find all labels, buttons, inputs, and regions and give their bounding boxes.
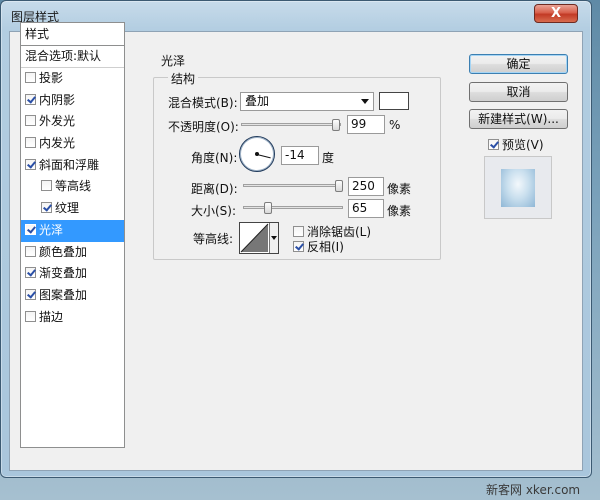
distance-slider-thumb[interactable] (335, 180, 343, 192)
angle-label: 角度(N): (191, 151, 238, 165)
invert-checkbox-box[interactable] (293, 241, 304, 252)
style-item-checkbox[interactable] (25, 267, 36, 279)
style-item-checkbox[interactable] (41, 202, 52, 214)
style-item[interactable]: 内发光 (21, 133, 124, 155)
angle-center-icon (255, 152, 259, 156)
distance-input[interactable]: 250 (348, 177, 384, 196)
styles-list-header[interactable]: 样式 (21, 23, 124, 46)
style-preview (484, 156, 552, 219)
style-item-label: 光泽 (39, 222, 64, 237)
style-item[interactable]: 外发光 (21, 111, 124, 133)
contour-curve-icon (240, 223, 269, 253)
size-unit: 像素 (387, 204, 412, 218)
cancel-button[interactable]: 取消 (469, 82, 568, 102)
invert-label: 反相(I) (307, 240, 344, 254)
style-item-checkbox[interactable] (25, 115, 36, 127)
style-item-label: 描边 (39, 309, 64, 324)
contour-picker[interactable] (239, 222, 279, 254)
style-item-label: 纹理 (55, 201, 80, 216)
style-item[interactable]: 投影 (21, 68, 124, 90)
opacity-label: 不透明度(O): (168, 120, 239, 134)
preview-checkbox[interactable]: 预览(V) (488, 136, 544, 153)
distance-slider-track[interactable] (243, 184, 343, 187)
new-style-button[interactable]: 新建样式(W)... (469, 109, 568, 129)
styles-list-items: 投影内阴影外发光内发光斜面和浮雕等高线纹理光泽颜色叠加渐变叠加图案叠加描边 (21, 68, 124, 328)
size-input[interactable]: 65 (348, 199, 384, 218)
style-item-checkbox[interactable] (25, 223, 36, 235)
ok-button[interactable]: 确定 (469, 54, 568, 74)
style-item-label: 内阴影 (39, 92, 76, 107)
style-item[interactable]: 渐变叠加 (21, 263, 124, 285)
blend-mode-label: 混合模式(B): (168, 96, 238, 110)
opacity-unit: % (389, 118, 401, 132)
close-button[interactable]: X (534, 4, 578, 23)
blend-mode-select[interactable]: 叠加 (240, 92, 374, 111)
styles-list: 样式 混合选项:默认 投影内阴影外发光内发光斜面和浮雕等高线纹理光泽颜色叠加渐变… (20, 22, 125, 448)
style-item[interactable]: 等高线 (21, 176, 124, 198)
angle-dial[interactable] (239, 136, 275, 172)
antialias-checkbox-box[interactable] (293, 226, 304, 237)
style-item-label: 投影 (39, 71, 64, 85)
invert-checkbox[interactable]: 反相(I) (293, 238, 344, 255)
chevron-down-icon (361, 99, 369, 104)
blending-options-item[interactable]: 混合选项:默认 (21, 46, 124, 68)
style-item-label: 等高线 (55, 179, 92, 194)
blend-mode-value: 叠加 (245, 94, 270, 108)
preview-checkbox-box[interactable] (488, 139, 499, 150)
preview-thumbnail (501, 169, 535, 207)
distance-unit: 像素 (387, 182, 412, 196)
close-icon: X (550, 6, 562, 21)
style-item-checkbox[interactable] (25, 158, 36, 170)
style-item-label: 图案叠加 (39, 287, 88, 302)
style-item[interactable]: 光泽 (21, 219, 124, 242)
contour-label: 等高线: (193, 232, 234, 246)
opacity-slider-track[interactable] (241, 123, 341, 126)
size-slider-thumb[interactable] (263, 202, 272, 214)
style-item-checkbox[interactable] (25, 245, 36, 257)
preview-label: 预览(V) (502, 138, 544, 152)
distance-label: 距离(D): (191, 182, 238, 196)
chevron-down-icon[interactable] (269, 223, 278, 253)
opacity-input[interactable]: 99 (347, 115, 385, 134)
style-item[interactable]: 描边 (21, 307, 124, 329)
style-item[interactable]: 颜色叠加 (21, 242, 124, 264)
angle-unit: 度 (322, 151, 335, 165)
size-label: 大小(S): (191, 204, 237, 218)
watermark: 新客网 xker.com (486, 483, 581, 497)
style-item-label: 外发光 (39, 114, 76, 129)
style-item-label: 内发光 (39, 136, 76, 151)
style-item-checkbox[interactable] (25, 137, 36, 149)
size-slider-track[interactable] (243, 206, 343, 209)
style-item-checkbox[interactable] (25, 310, 36, 322)
style-item[interactable]: 斜面和浮雕 (21, 155, 124, 177)
section-title: 光泽 (161, 54, 186, 68)
style-item-label: 斜面和浮雕 (39, 157, 100, 172)
style-item[interactable]: 图案叠加 (21, 285, 124, 307)
opacity-slider-thumb[interactable] (332, 119, 341, 131)
style-item-checkbox[interactable] (41, 180, 52, 192)
style-item-label: 颜色叠加 (39, 244, 88, 259)
style-item-checkbox[interactable] (25, 93, 36, 105)
style-item-checkbox[interactable] (25, 72, 36, 83)
angle-needle-icon (256, 154, 271, 159)
style-item-label: 渐变叠加 (39, 266, 88, 281)
structure-group-title: 结构 (168, 70, 199, 87)
style-item[interactable]: 纹理 (21, 198, 124, 220)
satin-color-swatch[interactable] (379, 92, 409, 110)
antialias-label: 消除锯齿(L) (307, 225, 372, 239)
angle-input[interactable]: -14 (281, 146, 319, 165)
style-item-checkbox[interactable] (25, 288, 36, 300)
style-item[interactable]: 内阴影 (21, 90, 124, 112)
